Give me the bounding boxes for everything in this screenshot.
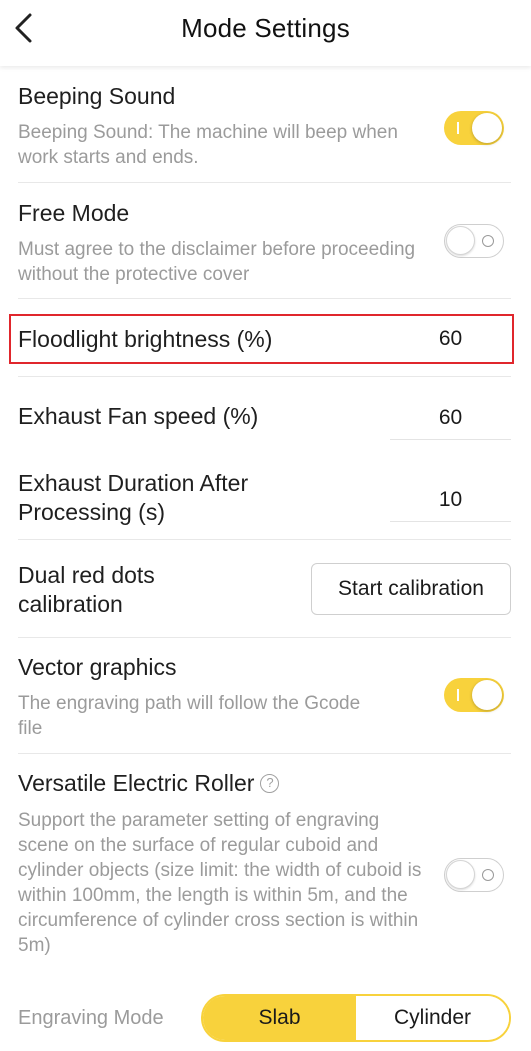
beeping-sound-title: Beeping Sound [18,83,176,109]
vector-graphics-toggle[interactable] [444,678,504,712]
engraving-mode-segmented-control: Slab Cylinder [201,994,511,1042]
exhaust-fan-value-input[interactable]: 60 [390,396,511,440]
help-icon[interactable]: ? [260,774,280,793]
setting-beeping-sound: Beeping Sound Beeping Sound: The machine… [18,82,511,170]
setting-vector-graphics: Vector graphics The engraving path will … [18,653,511,741]
exhaust-duration-value-input[interactable]: 10 [390,478,511,522]
vector-graphics-title: Vector graphics [18,654,177,680]
electric-roller-title-row: Versatile Electric Roller? [18,769,511,798]
electric-roller-title: Versatile Electric Roller [18,770,255,796]
floodlight-value-input[interactable]: 60 [390,317,511,361]
engraving-mode-option-slab[interactable]: Slab [203,996,356,1040]
divider [18,539,511,540]
engraving-mode-label: Engraving Mode [18,1007,164,1029]
divider [18,298,511,299]
toggle-on-indicator [457,689,459,701]
toggle-knob [472,680,502,710]
vector-graphics-desc: The engraving path will follow the Gcode… [18,693,361,739]
electric-roller-toggle[interactable] [444,858,504,892]
divider [18,182,511,183]
toggle-off-indicator [482,235,494,247]
toggle-knob [446,860,475,889]
toggle-knob [446,226,475,255]
divider [18,753,511,754]
setting-free-mode: Free Mode Must agree to the disclaimer b… [18,199,511,287]
beeping-sound-desc: Beeping Sound: The machine will beep whe… [18,122,398,168]
engraving-mode-option-cylinder[interactable]: Cylinder [356,996,509,1040]
header-bar: Mode Settings [0,0,531,66]
electric-roller-desc: Support the parameter setting of engravi… [18,810,422,956]
free-mode-desc: Must agree to the disclaimer before proc… [18,239,416,285]
divider [18,376,511,377]
start-calibration-button[interactable]: Start calibration [311,563,511,615]
page-title: Mode Settings [181,13,350,43]
setting-electric-roller: Versatile Electric Roller? Support the p… [18,769,511,958]
toggle-off-indicator [482,869,494,881]
free-mode-toggle[interactable] [444,224,504,258]
toggle-on-indicator [457,122,459,134]
divider [18,637,511,638]
free-mode-title: Free Mode [18,200,130,226]
beeping-sound-toggle[interactable] [444,111,504,145]
toggle-knob [472,113,502,143]
